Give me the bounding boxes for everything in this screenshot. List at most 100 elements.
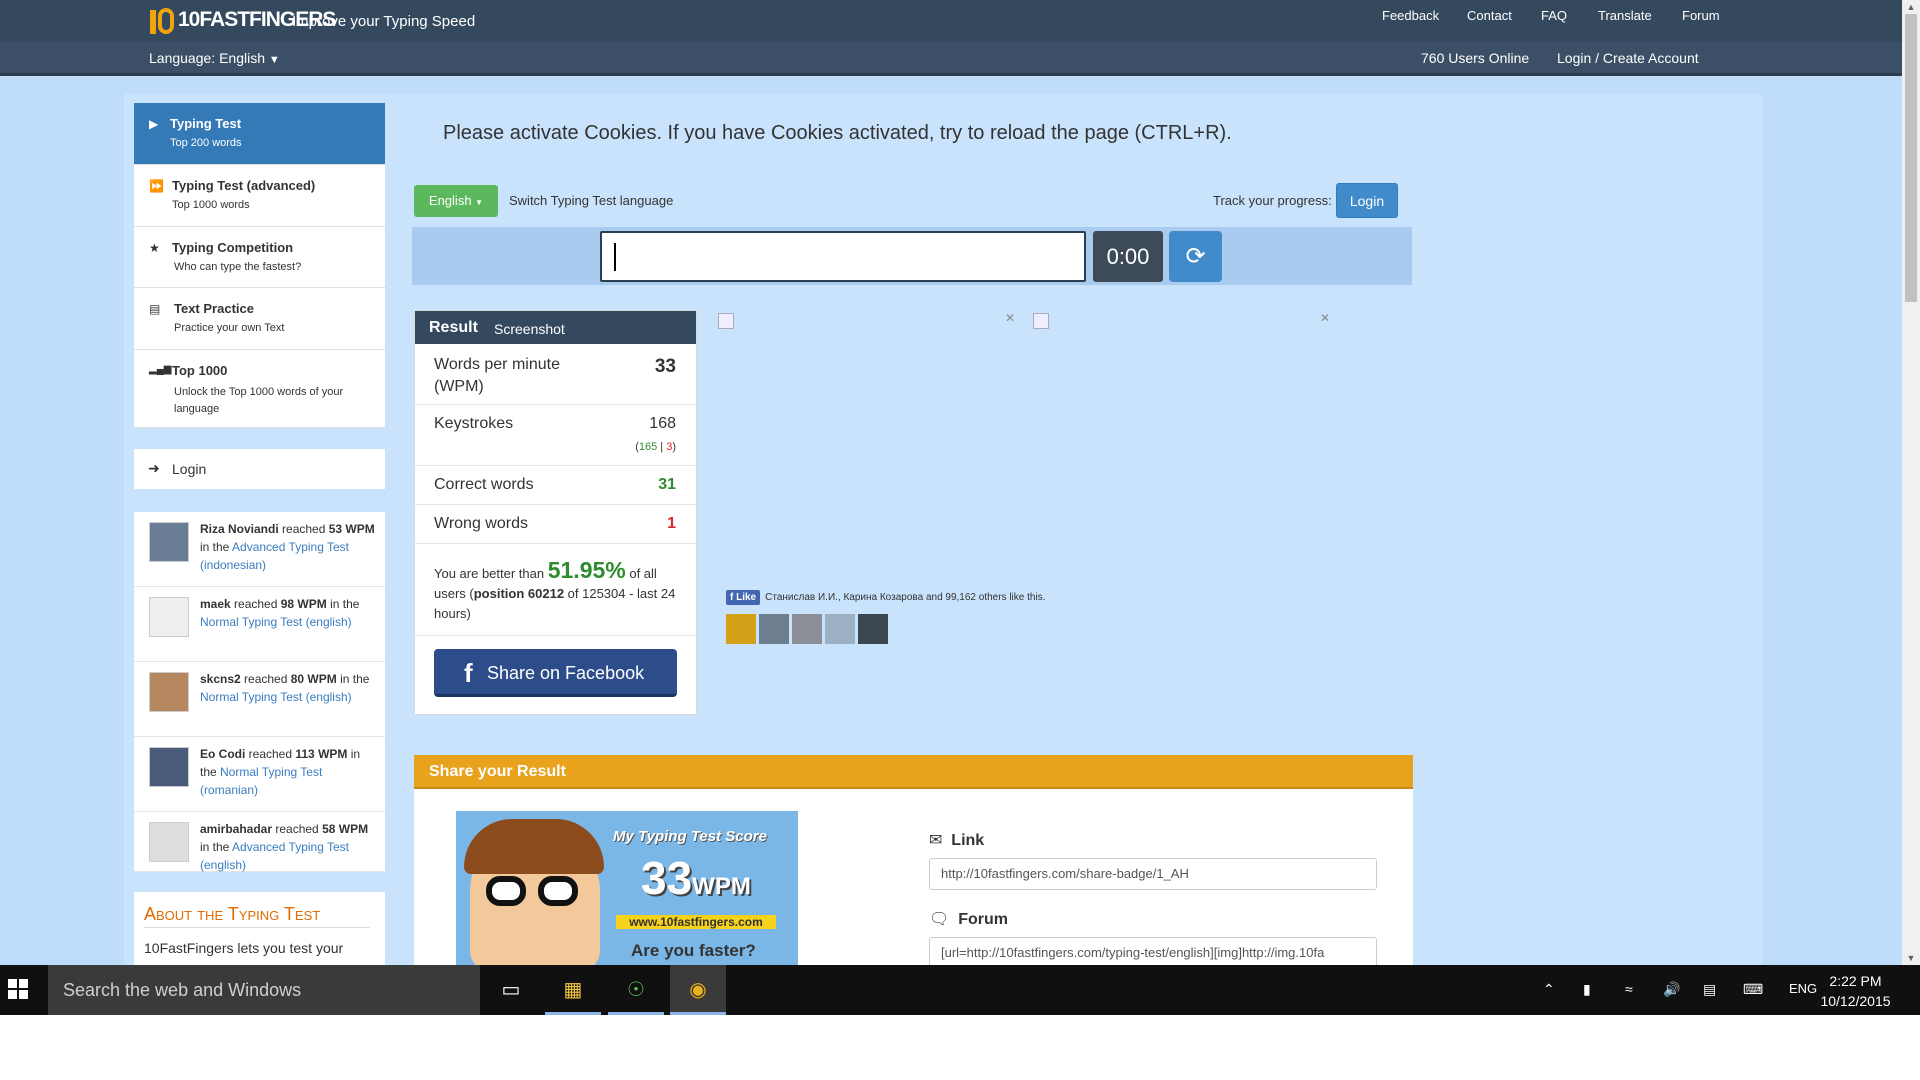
menu-title: Top 1000 [172, 363, 228, 378]
reload-button[interactable]: ⟳ [1169, 231, 1222, 282]
timer: 0:00 [1093, 231, 1163, 282]
battery-icon[interactable]: ▮ [1583, 981, 1591, 998]
correct-words-value: 31 [658, 476, 676, 493]
feed-user[interactable]: maek [200, 597, 231, 611]
taskbar-clock[interactable]: 2:22 PM 10/12/2015 [1808, 971, 1903, 1011]
activity-item: skcns2 reached 80 WPM in the Normal Typi… [134, 662, 385, 737]
feed-wpm: 113 WPM [295, 747, 348, 761]
feed-text: reached [272, 822, 323, 836]
avatar[interactable] [149, 822, 189, 862]
avatar[interactable] [149, 597, 189, 637]
facebook-like-button[interactable]: f Like [726, 590, 761, 605]
feed-text: in the [200, 840, 233, 854]
activity-item: amirbahadar reached 58 WPM in the Advanc… [134, 812, 385, 872]
correct-words-label: Correct words [434, 476, 534, 493]
volume-icon[interactable]: 🔊 [1663, 981, 1680, 998]
sidebar-item-text-practice[interactable]: ▤ Text Practice Practice your own Text [134, 288, 385, 350]
result-title: Result [429, 319, 478, 336]
badge-score: 33WPM [641, 852, 751, 904]
task-view-icon[interactable]: ▭ [483, 965, 539, 1015]
screenshot-link[interactable]: Screenshot [494, 321, 565, 337]
scrollbar-thumb[interactable] [1905, 14, 1917, 302]
language-select-button[interactable]: English ▼ [414, 185, 498, 217]
share-facebook-label: Share on Facebook [487, 663, 645, 683]
sidebar-item-typing-competition[interactable]: ★ Typing Competition Who can type the fa… [134, 227, 385, 288]
utorrent-icon[interactable]: ☉ [608, 965, 664, 1015]
login-create-account-link[interactable]: Login / Create Account [1557, 50, 1699, 66]
feed-test-link[interactable]: Normal Typing Test (english) [200, 690, 352, 704]
result-header: Result Screenshot [415, 311, 696, 344]
feed-user[interactable]: skcns2 [200, 672, 241, 686]
avatar[interactable] [149, 522, 189, 562]
switch-language-label: Switch Typing Test language [509, 193, 674, 208]
nav-forum[interactable]: Forum [1682, 8, 1720, 23]
caret-down-icon: ▼ [475, 198, 484, 207]
score-badge-image[interactable]: My Typing Test Score 33WPM www.10fastfin… [456, 811, 798, 965]
avatar[interactable] [726, 614, 756, 644]
sidebar-login[interactable]: ➜ Login [134, 449, 385, 489]
screen: 10FASTFINGERS Improve your Typing Speed … [0, 0, 1920, 1080]
wifi-icon[interactable]: ≈ [1625, 981, 1633, 997]
start-button[interactable] [0, 965, 48, 1015]
share-link-field[interactable]: http://10fastfingers.com/share-badge/1_A… [929, 858, 1377, 890]
forum-code-field[interactable]: [url=http://10fastfingers.com/typing-tes… [929, 937, 1377, 965]
avatar[interactable] [149, 672, 189, 712]
menu-title: Text Practice [174, 301, 254, 316]
activity-item: Eo Codi reached 113 WPM in the Normal Ty… [134, 737, 385, 812]
play-icon: ▶ [149, 117, 159, 131]
facebook-icon: f [464, 658, 473, 688]
percentile-text: You are better than 51.95% of all users … [434, 557, 676, 622]
file-explorer-icon[interactable]: ▦ [545, 965, 601, 1015]
avatar[interactable] [825, 614, 855, 644]
notification-icon[interactable]: ▤ [1703, 981, 1716, 998]
nav-feedback[interactable]: Feedback [1382, 8, 1439, 23]
badge-glasses [538, 876, 578, 906]
taskbar-search[interactable]: Search the web and Windows [48, 965, 480, 1015]
feed-wpm: 98 WPM [280, 597, 327, 611]
close-ad-icon[interactable]: ✕ [1318, 311, 1332, 325]
nav-faq[interactable]: FAQ [1541, 8, 1567, 23]
typing-input[interactable] [600, 231, 1086, 282]
close-ad-icon[interactable]: ✕ [1003, 311, 1017, 325]
sidebar-item-typing-test[interactable]: ▶ Typing Test Top 200 words [134, 103, 385, 165]
nav-translate[interactable]: Translate [1598, 8, 1652, 23]
feed-wpm: 53 WPM [328, 522, 375, 536]
text-caret [614, 243, 616, 271]
track-progress-label: Track your progress: [1213, 193, 1332, 208]
feed-test-link[interactable]: Normal Typing Test (english) [200, 615, 352, 629]
chrome-icon[interactable]: ◉ [670, 965, 726, 1015]
feed-text: reached [278, 522, 329, 536]
logo-mark-icon [148, 4, 176, 36]
menu-title: Typing Competition [172, 240, 294, 255]
link-label: ✉ Link [929, 832, 985, 849]
feed-text: reached [240, 672, 291, 686]
sidebar-item-top-1000[interactable]: ▂▄▆ Top 1000 Unlock the Top 1000 words o… [134, 350, 385, 428]
feed-user[interactable]: amirbahadar [200, 822, 272, 836]
feed-user[interactable]: Riza Noviandi [200, 522, 279, 536]
avatar[interactable] [759, 614, 789, 644]
keyboard-icon[interactable]: ⌨ [1743, 981, 1763, 998]
menu-subtitle: Practice your own Text [174, 322, 285, 334]
menu-subtitle: Top 1000 words [172, 199, 250, 211]
vertical-scrollbar[interactable]: ▲ ▼ [1902, 0, 1920, 965]
language-dropdown[interactable]: Language: English ▼ [149, 50, 280, 66]
feed-text: in the [200, 540, 233, 554]
scroll-down-icon[interactable]: ▼ [1902, 951, 1920, 965]
share-on-facebook-button[interactable]: f Share on Facebook [434, 649, 677, 697]
feed-text: reached [230, 597, 281, 611]
blank-area [0, 1015, 1920, 1080]
login-button[interactable]: Login [1336, 183, 1398, 218]
windows-taskbar: Search the web and Windows ▭ ▦ ☉ ◉ ⌃ ▮ ≈… [0, 965, 1920, 1015]
avatar[interactable] [858, 614, 888, 644]
signal-icon: ▂▄▆ [149, 364, 172, 375]
percentile-value: 51.95% [547, 557, 626, 583]
top-navbar: 10FASTFINGERS Improve your Typing Speed … [0, 0, 1902, 42]
feed-user[interactable]: Eo Codi [200, 747, 245, 761]
nav-contact[interactable]: Contact [1467, 8, 1512, 23]
scroll-up-icon[interactable]: ▲ [1902, 0, 1920, 14]
chevron-up-icon[interactable]: ⌃ [1543, 981, 1555, 998]
avatar[interactable] [792, 614, 822, 644]
avatar[interactable] [149, 747, 189, 787]
sidebar-item-typing-test-advanced[interactable]: ⏩ Typing Test (advanced) Top 1000 words [134, 165, 385, 227]
badge-hair [464, 819, 604, 874]
